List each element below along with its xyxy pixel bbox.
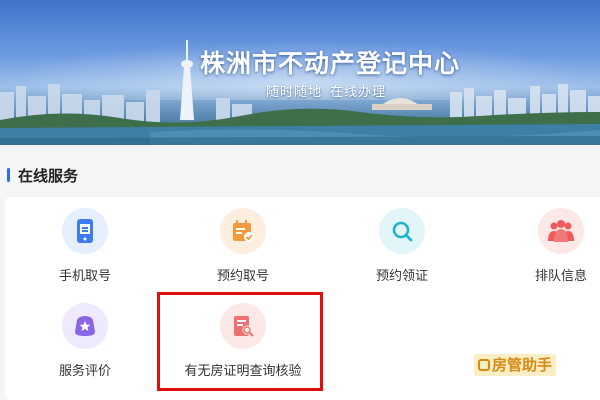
section-accent-bar [7,168,10,182]
service-queue-info-label: 排队信息 [534,269,587,284]
search-icon [379,208,425,254]
banner-subtitle-part1: 随时随地 [266,85,323,100]
watermark-icon [478,359,490,371]
watermark: 房管助手 [474,354,557,376]
banner-title: 株洲市不动产登记中心 [200,49,461,78]
section-header: 在线服务 [0,160,600,190]
section-title: 在线服务 [18,166,79,185]
service-appointment-ticket-label: 预约取号 [216,269,269,284]
watermark-text: 房管助手 [492,356,553,374]
service-phone-ticket[interactable]: 手机取号 [15,208,155,284]
service-phone-ticket-label: 手机取号 [58,269,111,284]
phone-ticket-icon [62,208,108,254]
banner-subtitle-part2: 在线办理 [330,85,387,100]
highlight-box [157,292,323,391]
star-rating-icon [62,303,108,349]
service-rating-label: 服务评价 [58,364,111,379]
banner-subtitle: 随时随地 在线办理 [266,81,386,100]
service-rating[interactable]: 服务评价 [15,303,155,379]
service-queue-info[interactable]: 排队信息 [491,208,600,284]
service-appointment-certificate-label: 预约领证 [375,269,428,284]
banner: 株洲市不动产登记中心 随时随地 在线办理 [0,0,600,145]
service-appointment-ticket[interactable]: 预约取号 [173,208,313,284]
calendar-edit-icon [220,208,266,254]
people-queue-icon [538,208,584,254]
service-appointment-certificate[interactable]: 预约领证 [332,208,472,284]
